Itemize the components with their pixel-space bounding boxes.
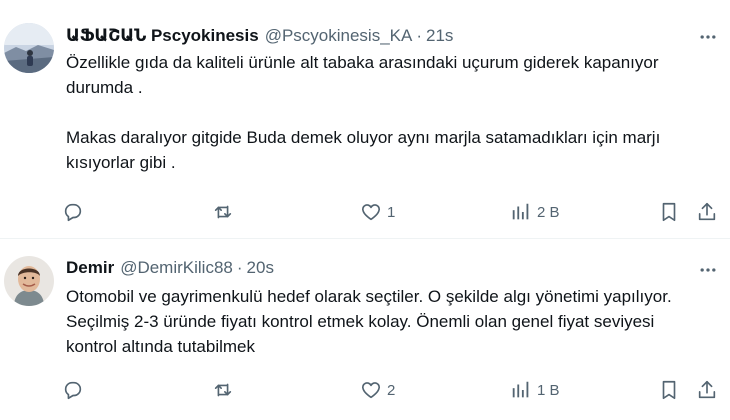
avatar[interactable] [4,256,54,306]
bookmark-button[interactable] [658,197,680,227]
reply-button[interactable] [62,375,89,405]
share-button[interactable] [696,375,718,405]
view-count: 1 B [537,381,560,399]
heart-icon [361,382,381,399]
like-button[interactable]: 2 [360,375,395,405]
more-icon[interactable] [696,258,720,282]
reply-icon [64,203,82,222]
like-button[interactable]: 1 [360,197,395,227]
separator-dot: · [416,26,423,45]
tweet-text: Otomobil ve gayrimenkulü hedef olarak se… [66,287,672,356]
retweet-button[interactable] [212,375,239,405]
action-bar: 1 2 B [62,197,722,227]
tweet-header: Demir @DemirKilic88 · 20s [66,257,274,279]
timestamp[interactable]: 21s [426,26,453,46]
tweet[interactable]: Demir @DemirKilic88 · 20s Otomobil ve ga… [0,239,730,420]
views-icon [512,203,529,220]
author-handle[interactable]: @Pscyokinesis_KA [265,26,413,46]
more-icon[interactable] [696,25,720,49]
retweet-icon [214,205,232,219]
share-icon [698,202,716,221]
bookmark-button[interactable] [658,375,680,405]
share-button[interactable] [696,197,718,227]
tweet-text: Özellikle gıda da kaliteli ürünle alt ta… [66,53,661,172]
share-icon [698,380,716,399]
tweet-header: ԱՖԱՇԱՆ Pscyokinesis @Pscyokinesis_KA · 2… [66,25,453,47]
bookmark-icon [662,380,676,400]
avatar[interactable] [4,23,54,73]
author-name[interactable]: Demir [66,258,114,278]
heart-icon [361,204,381,221]
views-icon [512,381,529,398]
bookmark-icon [662,202,676,222]
reply-icon [64,381,82,400]
like-count: 1 [387,203,396,221]
separator-dot: · [236,258,243,277]
author-handle[interactable]: @DemirKilic88 [120,258,233,278]
views-button[interactable]: 2 B [510,197,560,227]
retweet-icon [214,383,232,397]
action-bar: 2 1 B [62,375,722,405]
retweet-button[interactable] [212,197,239,227]
views-button[interactable]: 1 B [510,375,560,405]
author-name[interactable]: ԱՖԱՇԱՆ Pscyokinesis [66,26,259,46]
timestamp[interactable]: 20s [247,258,274,278]
reply-button[interactable] [62,197,89,227]
view-count: 2 B [537,203,560,221]
like-count: 2 [387,381,396,399]
tweet[interactable]: ԱՖԱՇԱՆ Pscyokinesis @Pscyokinesis_KA · 2… [0,0,730,239]
